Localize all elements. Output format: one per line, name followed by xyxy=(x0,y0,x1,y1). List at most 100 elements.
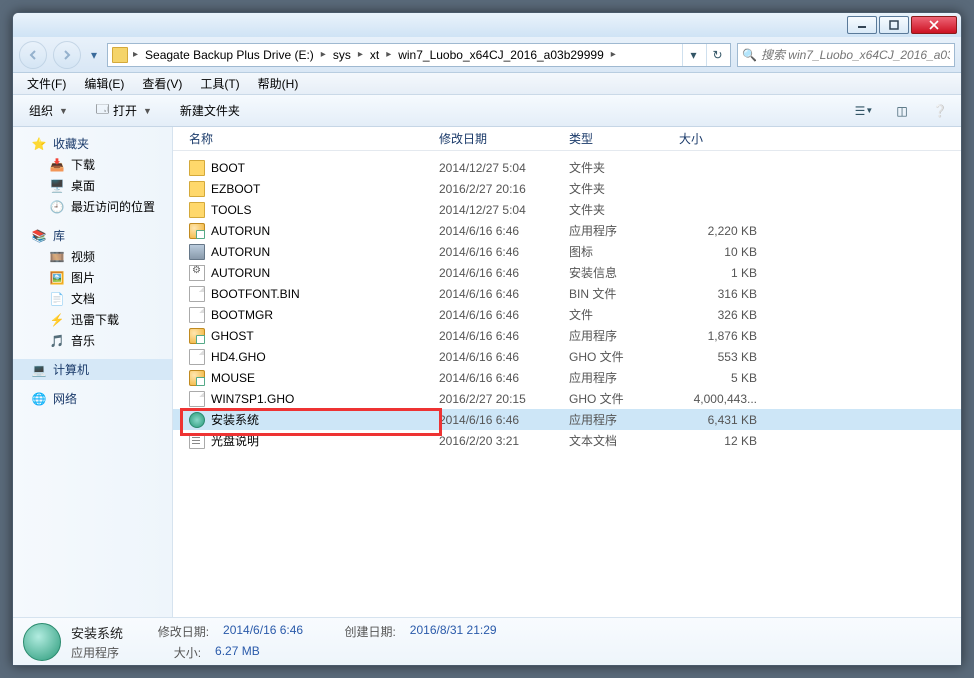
file-row[interactable]: BOOT2014/12/27 5:04文件夹 xyxy=(173,157,961,178)
col-name[interactable]: 名称 xyxy=(183,127,433,150)
nav-network[interactable]: 🌐网络 xyxy=(13,388,172,409)
file-row[interactable]: 安装系统2014/6/16 6:46应用程序6,431 KB xyxy=(173,409,961,430)
menu-view[interactable]: 查看(V) xyxy=(134,74,190,94)
file-name: WIN7SP1.GHO xyxy=(211,392,294,406)
computer-icon: 💻 xyxy=(31,362,47,378)
breadcrumb-segment[interactable]: win7_Luobo_x64CJ_2016_a03b29999 xyxy=(394,44,608,66)
nav-documents[interactable]: 📄文档 xyxy=(13,288,172,309)
nav-downloads[interactable]: 📥下载 xyxy=(13,154,172,175)
nav-recent[interactable]: 🕘最近访问的位置 xyxy=(13,196,172,217)
view-options-button[interactable]: ☰ ▼ xyxy=(851,99,877,123)
search-input[interactable] xyxy=(761,48,950,62)
refresh-button[interactable]: ↻ xyxy=(706,44,728,66)
details-icon xyxy=(23,623,61,661)
file-date: 2016/2/27 20:16 xyxy=(433,182,563,196)
breadcrumb-segment[interactable]: xt xyxy=(366,44,383,66)
file-type: GHO 文件 xyxy=(563,390,673,407)
file-row[interactable]: AUTORUN2014/6/16 6:46安装信息1 KB xyxy=(173,262,961,283)
nav-thunder[interactable]: ⚡迅雷下载 xyxy=(13,309,172,330)
file-row[interactable]: GHOST2014/6/16 6:46应用程序1,876 KB xyxy=(173,325,961,346)
file-name: TOOLS xyxy=(211,203,251,217)
file-row[interactable]: HD4.GHO2014/6/16 6:46GHO 文件553 KB xyxy=(173,346,961,367)
file-row[interactable]: WIN7SP1.GHO2016/2/27 20:15GHO 文件4,000,44… xyxy=(173,388,961,409)
menu-edit[interactable]: 编辑(E) xyxy=(76,74,132,94)
ico-icon xyxy=(189,244,205,260)
title-bar[interactable] xyxy=(13,13,961,37)
file-type: GHO 文件 xyxy=(563,348,673,365)
explorer-window: ▾ ▸ Seagate Backup Plus Drive (E:) ▸ sys… xyxy=(12,12,962,666)
file-row[interactable]: BOOTMGR2014/6/16 6:46文件326 KB xyxy=(173,304,961,325)
folder-icon xyxy=(112,47,128,63)
new-folder-button[interactable]: 新建文件夹 xyxy=(172,99,248,123)
nav-desktop[interactable]: 🖥️桌面 xyxy=(13,175,172,196)
file-date: 2016/2/20 3:21 xyxy=(433,434,563,448)
breadcrumb-arrow[interactable]: ▸ xyxy=(385,44,392,66)
folder-icon xyxy=(189,181,205,197)
maximize-button[interactable] xyxy=(879,16,909,34)
breadcrumb-segment[interactable]: Seagate Backup Plus Drive (E:) xyxy=(141,44,318,66)
address-bar[interactable]: ▸ Seagate Backup Plus Drive (E:) ▸ sys ▸… xyxy=(107,43,731,67)
file-name: MOUSE xyxy=(211,371,255,385)
address-dropdown[interactable]: ▾ xyxy=(682,44,704,66)
file-name: EZBOOT xyxy=(211,182,260,196)
file-row[interactable]: AUTORUN2014/6/16 6:46应用程序2,220 KB xyxy=(173,220,961,241)
menu-help[interactable]: 帮助(H) xyxy=(250,74,307,94)
back-button[interactable] xyxy=(19,41,47,69)
file-name: HD4.GHO xyxy=(211,350,266,364)
nav-pictures[interactable]: 🖼️图片 xyxy=(13,267,172,288)
file-row[interactable]: AUTORUN2014/6/16 6:46图标10 KB xyxy=(173,241,961,262)
history-dropdown[interactable]: ▾ xyxy=(87,44,101,66)
search-box[interactable]: 🔍 xyxy=(737,43,955,67)
help-button[interactable]: ❔ xyxy=(927,99,953,123)
file-date: 2014/6/16 6:46 xyxy=(433,224,563,238)
file-date: 2014/6/16 6:46 xyxy=(433,287,563,301)
menu-tools[interactable]: 工具(T) xyxy=(192,74,247,94)
file-row[interactable]: TOOLS2014/12/27 5:04文件夹 xyxy=(173,199,961,220)
nav-music[interactable]: 🎵音乐 xyxy=(13,330,172,351)
file-date: 2016/2/27 20:15 xyxy=(433,392,563,406)
nav-computer[interactable]: 💻计算机 xyxy=(13,359,172,380)
close-button[interactable] xyxy=(911,16,957,34)
nav-videos[interactable]: 🎞️视频 xyxy=(13,246,172,267)
file-type: 文件夹 xyxy=(563,201,673,218)
forward-button[interactable] xyxy=(53,41,81,69)
col-type[interactable]: 类型 xyxy=(563,127,673,150)
file-size: 5 KB xyxy=(673,371,763,385)
document-icon: 📄 xyxy=(49,291,65,307)
file-row[interactable]: MOUSE2014/6/16 6:46应用程序5 KB xyxy=(173,367,961,388)
file-date: 2014/6/16 6:46 xyxy=(433,266,563,280)
file-row[interactable]: 光盘说明2016/2/20 3:21文本文档12 KB xyxy=(173,430,961,451)
nav-libraries[interactable]: 📚库 xyxy=(13,225,172,246)
breadcrumb-arrow[interactable]: ▸ xyxy=(357,44,364,66)
details-pane: 安装系统 修改日期: 2014/6/16 6:46 创建日期: 2016/8/3… xyxy=(13,617,961,665)
nav-favorites[interactable]: ⭐收藏夹 xyxy=(13,133,172,154)
organize-button[interactable]: 组织▼ xyxy=(21,99,76,123)
details-type: 应用程序 xyxy=(71,644,119,661)
star-icon: ⭐ xyxy=(31,136,47,152)
file-row[interactable]: BOOTFONT.BIN2014/6/16 6:46BIN 文件316 KB xyxy=(173,283,961,304)
open-button[interactable]: 🗔打开▼ xyxy=(88,99,160,123)
file-type: 图标 xyxy=(563,243,673,260)
breadcrumb-arrow[interactable]: ▸ xyxy=(320,44,327,66)
menu-file[interactable]: 文件(F) xyxy=(19,74,74,94)
file-size: 12 KB xyxy=(673,434,763,448)
file-name: AUTORUN xyxy=(211,245,270,259)
search-icon: 🔍 xyxy=(742,48,757,62)
breadcrumb-segment[interactable]: sys xyxy=(329,44,355,66)
column-headers: 名称 修改日期 类型 大小 xyxy=(173,127,961,151)
minimize-button[interactable] xyxy=(847,16,877,34)
file-icon xyxy=(189,349,205,365)
file-type: 安装信息 xyxy=(563,264,673,281)
breadcrumb-arrow[interactable]: ▸ xyxy=(610,44,617,66)
details-title: 安装系统 xyxy=(71,623,123,642)
network-icon: 🌐 xyxy=(31,391,47,407)
col-size[interactable]: 大小 xyxy=(673,127,763,150)
col-date[interactable]: 修改日期 xyxy=(433,127,563,150)
preview-pane-button[interactable]: ◫ xyxy=(889,99,915,123)
command-bar: 组织▼ 🗔打开▼ 新建文件夹 ☰ ▼ ◫ ❔ xyxy=(13,95,961,127)
file-date: 2014/12/27 5:04 xyxy=(433,161,563,175)
breadcrumb-arrow[interactable]: ▸ xyxy=(132,44,139,66)
file-row[interactable]: EZBOOT2016/2/27 20:16文件夹 xyxy=(173,178,961,199)
file-size: 10 KB xyxy=(673,245,763,259)
file-size: 6,431 KB xyxy=(673,413,763,427)
